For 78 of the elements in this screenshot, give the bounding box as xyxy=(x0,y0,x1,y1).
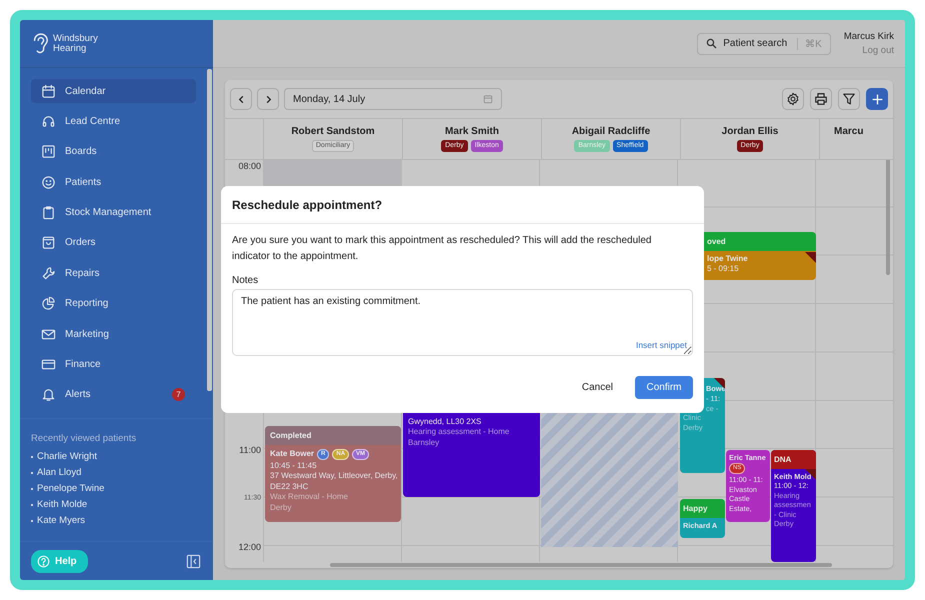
patient-search-button[interactable]: Patient search ⌘K xyxy=(697,32,831,54)
appointment-text: Derby xyxy=(270,502,292,513)
confirm-button[interactable]: Confirm xyxy=(635,376,693,399)
recent-patient-link[interactable]: Charlie Wright xyxy=(31,450,202,463)
shortcut-hint: ⌘K xyxy=(797,38,822,50)
notes-label: Notes xyxy=(232,275,260,286)
previous-day-button[interactable] xyxy=(230,88,252,110)
appointment-text: 37 Westward Way, Littleover, Derby, DE22 3HC xyxy=(270,471,399,492)
headset-icon xyxy=(41,114,56,129)
ear-logo-icon xyxy=(31,32,49,56)
nav-item[interactable]: Alerts 7 xyxy=(31,382,196,407)
time-label: 08:00 xyxy=(237,161,261,171)
settings-icon xyxy=(786,92,800,106)
search-icon xyxy=(706,38,718,49)
clinician-name: Mark Smith xyxy=(445,126,499,137)
nav-item[interactable]: Reporting xyxy=(31,292,196,316)
bag-icon xyxy=(41,235,56,250)
recent-patient-link[interactable]: Alan Lloyd xyxy=(31,466,202,479)
bell-icon xyxy=(41,387,56,402)
credit-card-icon xyxy=(41,357,56,372)
nav-item[interactable]: Marketing xyxy=(31,322,196,346)
brand-name: Windsbury Hearing xyxy=(53,34,99,54)
collapse-sidebar-icon[interactable] xyxy=(186,554,201,568)
wrench-icon xyxy=(41,266,56,281)
recent-patients-heading: Recently viewed patients xyxy=(31,432,138,444)
recent-patient-link[interactable]: Penelope Twine xyxy=(31,482,202,495)
alert-count-badge: 7 xyxy=(172,388,185,402)
time-label: 12:00 xyxy=(237,542,261,552)
nav-item[interactable]: Repairs xyxy=(31,261,196,286)
filter-icon xyxy=(842,92,856,106)
nav-item[interactable]: Patients xyxy=(31,170,196,194)
settings-button[interactable] xyxy=(782,88,804,110)
time-label: 11:00 xyxy=(238,445,261,456)
appointment-text: Hearing assessment - Home xyxy=(408,427,510,438)
appointment-text: Gwynedd, LL30 2XS xyxy=(408,417,482,428)
nav-item[interactable]: Stock Management xyxy=(31,200,196,225)
recent-patient-link[interactable]: Kate Myers xyxy=(31,514,202,527)
plus-icon xyxy=(870,92,884,106)
appointment-text: 5 - 09:15 xyxy=(707,264,739,275)
chevron-left-icon xyxy=(236,94,246,104)
chevron-right-icon xyxy=(264,94,272,104)
appointment-text: Wax Removal - Home xyxy=(270,492,348,503)
nav-item[interactable]: Orders xyxy=(31,230,196,255)
board-icon xyxy=(41,144,56,160)
nav-item[interactable]: Lead Centre xyxy=(31,109,196,134)
date-field[interactable]: Monday, 14 July xyxy=(284,88,502,110)
insert-snippet-link[interactable]: Insert snippet xyxy=(636,340,687,350)
calendar-icon xyxy=(483,94,493,104)
nav-item[interactable]: Calendar xyxy=(31,79,196,103)
recent-patient-link[interactable]: Keith Molde xyxy=(31,498,202,511)
add-appointment-button[interactable] xyxy=(866,88,888,110)
clipboard-icon xyxy=(41,205,56,220)
dialog-message: Are you sure you want to mark this appointment as rescheduled? This will add the rescheduled indicator to the appointment. xyxy=(232,234,652,264)
clinician-name: Abigail Radcliffe xyxy=(572,126,650,137)
clinician-name: Marcu xyxy=(834,126,864,137)
pie-chart-icon xyxy=(41,296,56,312)
envelope-icon xyxy=(41,326,56,342)
smiley-icon xyxy=(41,174,56,190)
clinician-name: Robert Sandstom xyxy=(291,126,375,137)
appointment-text: Barnsley xyxy=(408,438,440,448)
question-icon xyxy=(37,554,50,568)
print-button[interactable] xyxy=(810,88,832,110)
appointment-text: lope Twine xyxy=(707,254,748,264)
appointment-text: 10:45 - 11:45 xyxy=(270,461,317,472)
nav-item[interactable]: Boards xyxy=(31,140,196,164)
status-label: DNA xyxy=(771,450,816,469)
status-label: Happy xyxy=(680,499,725,518)
logout-link[interactable]: Log out xyxy=(862,45,894,56)
status-label: Completed xyxy=(265,426,401,445)
clinician-name: Jordan Ellis xyxy=(722,126,778,137)
next-day-button[interactable] xyxy=(257,88,279,110)
nav-item[interactable]: Finance xyxy=(31,352,196,377)
appointment-text: Kate Bower xyxy=(270,449,314,460)
printer-icon xyxy=(814,92,828,106)
user-name: Marcus Kirk xyxy=(844,31,894,42)
dialog-title: Reschedule appointment? xyxy=(221,186,704,224)
calendar-icon xyxy=(41,84,56,98)
filter-button[interactable] xyxy=(838,88,860,110)
